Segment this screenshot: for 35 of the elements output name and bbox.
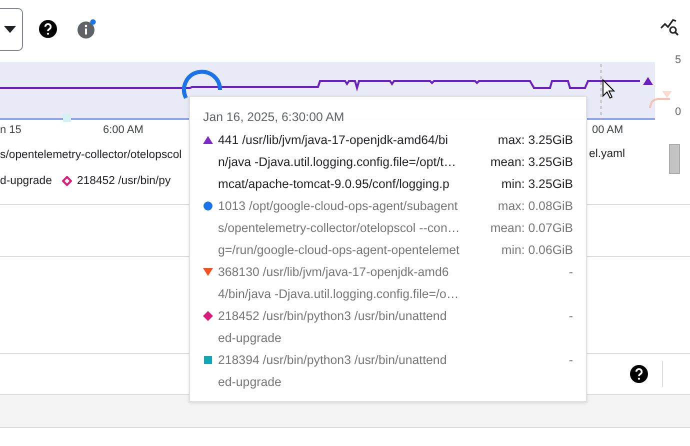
legend-label: 218452 /usr/bin/py	[76, 175, 171, 187]
series-stats: -	[568, 352, 573, 369]
legend-label: el.yaml	[589, 148, 626, 160]
y-axis-label: 5	[675, 54, 682, 66]
y-axis-label: 0	[675, 106, 682, 118]
caret-icon	[4, 26, 16, 32]
series-name: 368130 /usr/lib/jvm/java-17-openjdk-amd6 4/bin/java -Djava.util.logging.config.file=/o…	[218, 264, 460, 303]
faded-line	[649, 98, 670, 108]
triangle-marker-icon	[643, 77, 653, 85]
series-name: 1013 /opt/google-cloud-ops-agent/subagent s/opentelemetry-collector/otelopscol --con… g=/run/google-cloud-ops-agent-opentelemet	[218, 198, 461, 259]
series-name: 218394 /usr/bin/python3 /usr/bin/unattend ed-upgrade	[218, 352, 448, 391]
help-icon[interactable]	[39, 20, 57, 38]
series-stats: -	[568, 264, 573, 281]
triangle-marker-icon	[662, 91, 672, 98]
dashed-line	[600, 64, 602, 120]
series-stats: -	[568, 308, 573, 325]
square-marker-icon	[63, 114, 71, 122]
x-axis-label: 6:00 AM	[103, 124, 144, 136]
cursor-icon	[602, 78, 616, 99]
scrollbar-thumb[interactable]	[669, 144, 680, 174]
help-icon[interactable]	[630, 365, 648, 383]
dropdown[interactable]	[0, 8, 23, 50]
x-axis-label: n 15	[0, 124, 22, 136]
legend-label: s/opentelemetry-collector/otelopscol	[0, 149, 182, 161]
series-stats: max: 3.25GiB mean: 3.25GiB min: 3.25GiB	[490, 132, 573, 193]
series-stats: max: 0.08GiB mean: 0.07GiB min: 0.06GiB	[490, 198, 573, 259]
legend-label: d-upgrade	[0, 175, 52, 187]
series-name: 218452 /usr/bin/python3 /usr/bin/unattend ed-upgrade	[218, 308, 448, 347]
diamond-marker-icon	[62, 176, 72, 186]
chart-search-icon[interactable]	[660, 18, 680, 36]
info-icon[interactable]	[77, 19, 97, 39]
x-axis-label: 00 AM	[592, 124, 624, 136]
loading-spinner	[182, 70, 222, 99]
series-name: 441 /usr/lib/jvm/java-17-openjdk-amd64/bi n/java -Djava.util.logging.config.file=/opt/t… mcat/apache-tomcat-9.0.95/conf/logging.p	[218, 132, 457, 193]
tooltip-title: Jan 16, 2025, 6:30:00 AM	[203, 109, 346, 126]
